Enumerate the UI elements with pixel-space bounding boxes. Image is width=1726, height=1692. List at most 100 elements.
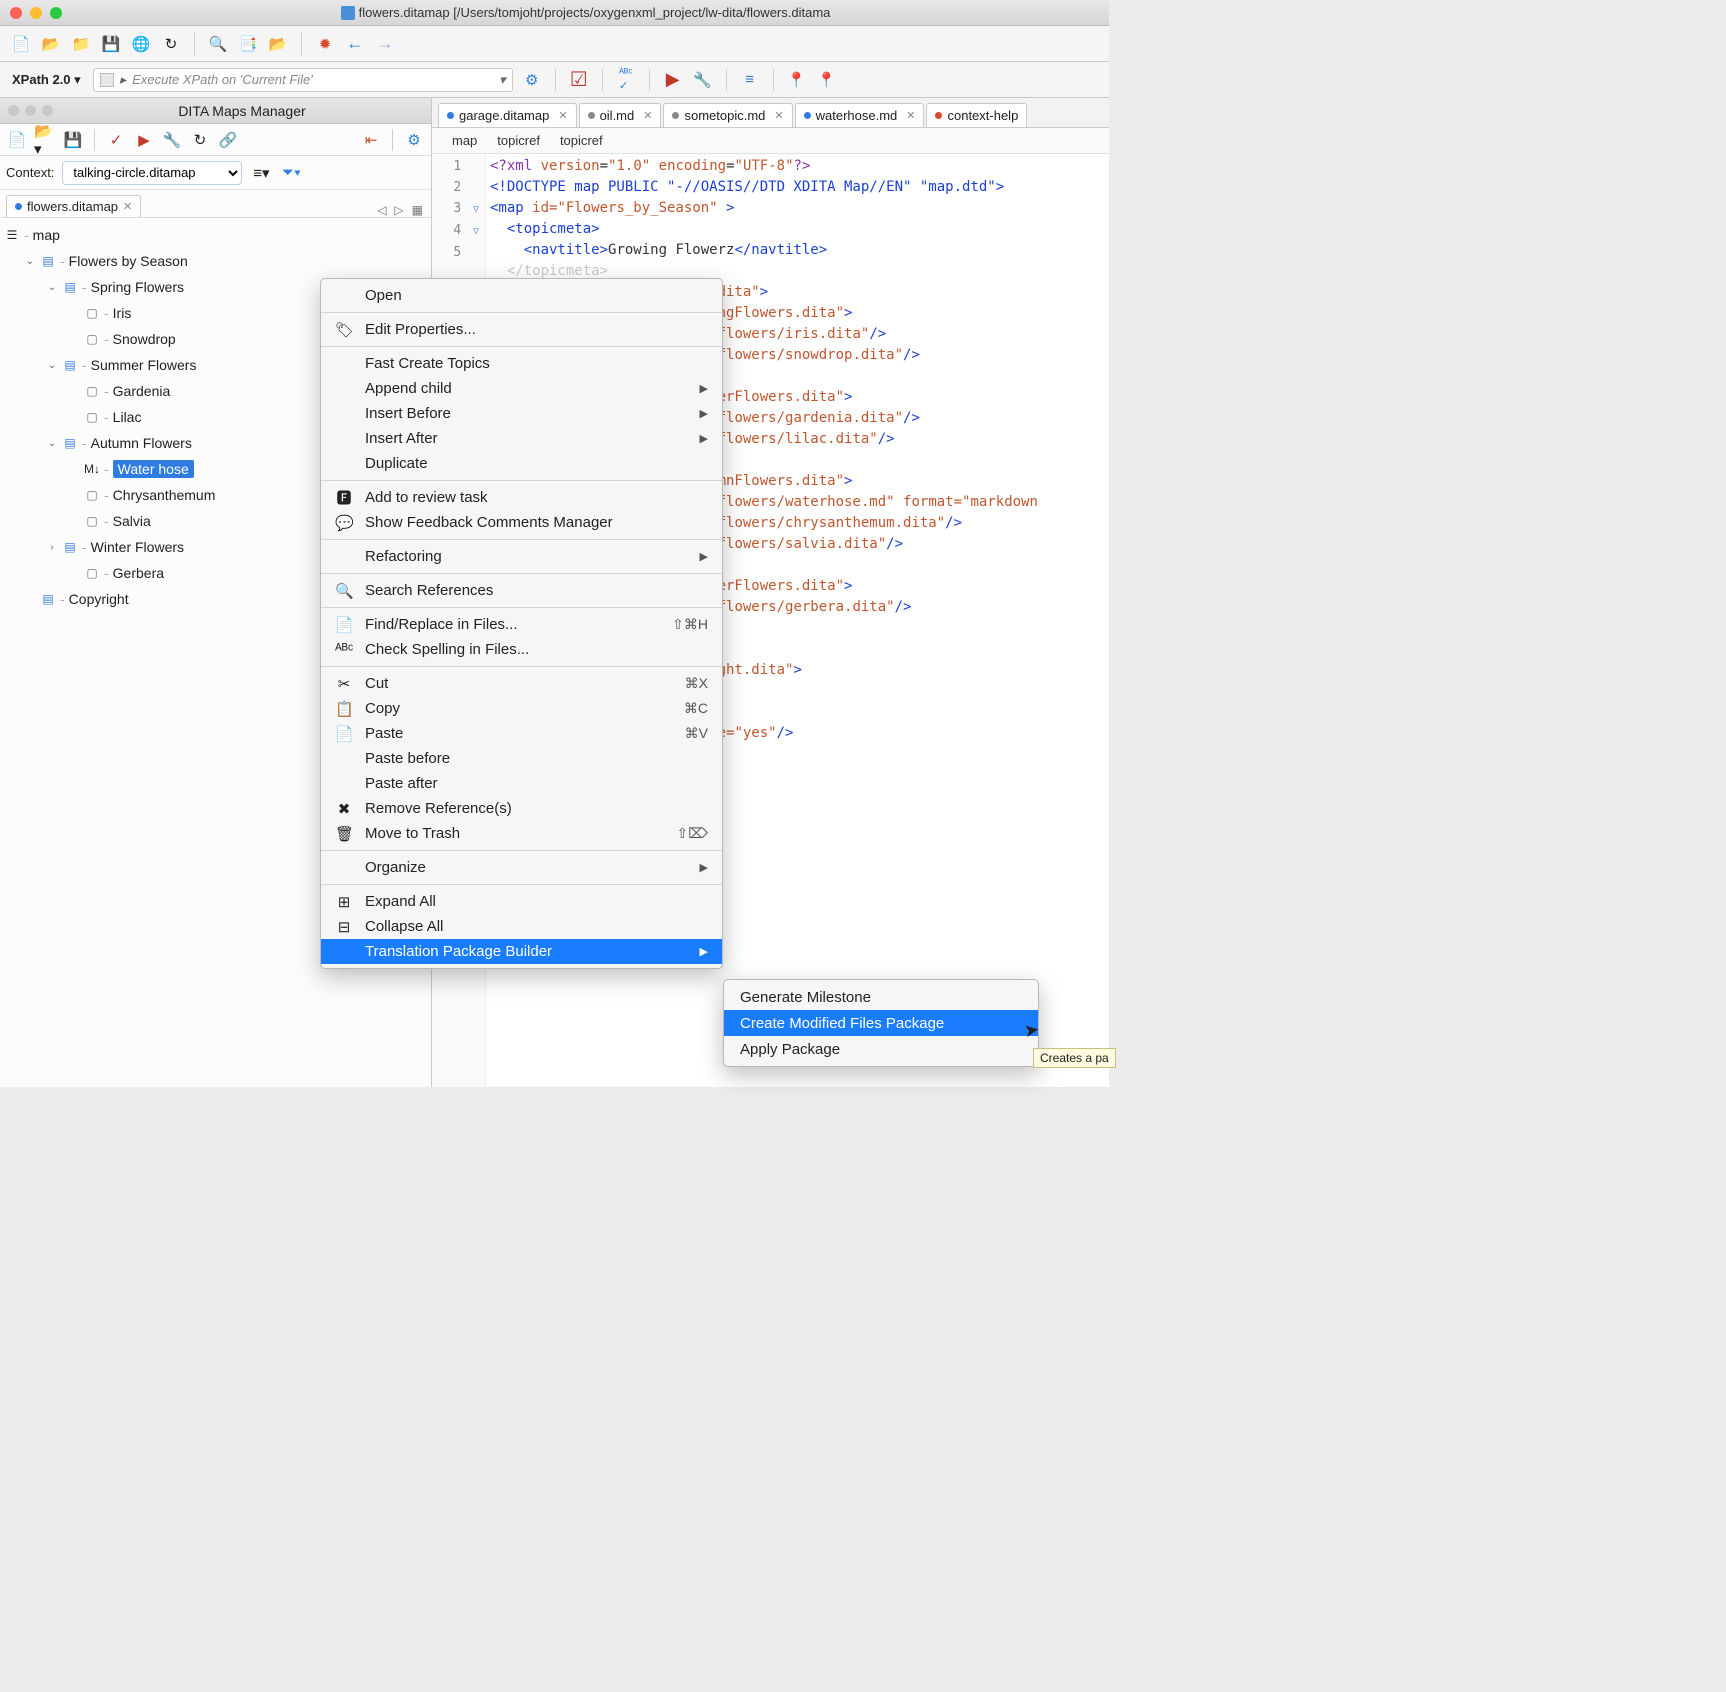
pin-red-icon[interactable]: 📍 (786, 69, 808, 91)
menu-item[interactable]: Organize▶ (321, 855, 722, 880)
tab-status-icon (804, 112, 811, 119)
menu-item[interactable]: ✂Cut⌘X (321, 671, 722, 696)
collapse-panel-icon[interactable]: ⇤ (360, 129, 382, 151)
back-icon[interactable]: ← (344, 33, 366, 55)
menu-item[interactable]: 📄Find/Replace in Files...⇧⌘H (321, 612, 722, 637)
panel-tab[interactable]: flowers.ditamap ✕ (6, 195, 141, 217)
validate-map-icon[interactable]: ✓ (105, 129, 127, 151)
menu-item[interactable]: Fast Create Topics (321, 351, 722, 376)
menu-item[interactable]: Open (321, 283, 722, 308)
expand-icon[interactable]: ⌄ (46, 282, 58, 293)
close-tab-icon[interactable]: ✕ (123, 200, 132, 213)
context-filter-icon[interactable]: ≡▾ (250, 162, 272, 184)
menu-item[interactable]: 🏷Edit Properties... (321, 317, 722, 342)
submenu-arrow-icon: ▶ (700, 550, 708, 563)
close-tab-icon[interactable]: ✕ (906, 109, 915, 122)
new-map-icon[interactable]: 📄 (6, 129, 28, 151)
menu-item[interactable]: 💬Show Feedback Comments Manager (321, 510, 722, 535)
xpath-toolbar: XPath 2.0 ▾ ▸ Execute XPath on 'Current … (0, 62, 1109, 98)
close-tab-icon[interactable]: ✕ (558, 109, 567, 122)
map-icon: ▤ (40, 591, 56, 607)
expand-icon[interactable]: ⌄ (46, 360, 58, 371)
menu-item[interactable]: ⊟Collapse All (321, 914, 722, 939)
breadcrumb-item[interactable]: map (452, 133, 477, 148)
xpath-input[interactable]: ▸ Execute XPath on 'Current File' ▾ (93, 68, 513, 92)
menu-item[interactable]: ᴬᴮᶜCheck Spelling in Files... (321, 637, 722, 662)
menu-item[interactable]: 📄Paste⌘V (321, 721, 722, 746)
menu-item[interactable]: Translation Package Builder▶ (321, 939, 722, 964)
tree-node[interactable]: ⌄▤-Flowers by Season (2, 248, 429, 274)
submenu-item[interactable]: Generate Milestone (724, 984, 1038, 1010)
menu-item[interactable]: Paste after (321, 771, 722, 796)
menu-item[interactable]: Append child▶ (321, 376, 722, 401)
panel-dot-icon[interactable] (42, 105, 53, 116)
menu-item[interactable]: Insert Before▶ (321, 401, 722, 426)
close-tab-icon[interactable]: ✕ (774, 109, 783, 122)
menu-item[interactable]: Paste before (321, 746, 722, 771)
breadcrumb[interactable]: map topicref topicref (432, 128, 1109, 154)
panel-settings-icon[interactable]: ⚙ (403, 129, 425, 151)
tab-prev-icon[interactable]: ◁ (377, 203, 386, 217)
globe-icon[interactable]: 🌐 (130, 33, 152, 55)
context-select[interactable]: talking-circle.ditamap (62, 161, 242, 185)
close-tab-icon[interactable]: ✕ (643, 109, 652, 122)
menu-item[interactable]: Duplicate (321, 451, 722, 476)
submenu-translation-package: Generate MilestoneCreate Modified Files … (723, 979, 1039, 1067)
open-url-icon[interactable]: 📁 (70, 33, 92, 55)
menu-item[interactable]: 🗑Move to Trash⇧⌦ (321, 821, 722, 846)
breadcrumb-item[interactable]: topicref (497, 133, 540, 148)
menu-item[interactable]: ✖Remove Reference(s) (321, 796, 722, 821)
panel-dot-icon[interactable] (25, 105, 36, 116)
validate-icon[interactable]: ☑ (568, 69, 590, 91)
breadcrumb-item[interactable]: topicref (560, 133, 603, 148)
expand-icon[interactable]: ⌄ (24, 256, 36, 267)
configure-transform-icon[interactable]: 🔧 (692, 69, 714, 91)
forward-icon[interactable]: → (374, 33, 396, 55)
menu-item[interactable]: 🔍Search References (321, 578, 722, 603)
menu-item[interactable]: 📋Copy⌘C (321, 696, 722, 721)
submenu-item[interactable]: Create Modified Files Package (724, 1010, 1038, 1036)
menu-item[interactable]: Refactoring▶ (321, 544, 722, 569)
pin-green-icon[interactable]: 📍 (816, 69, 838, 91)
spellcheck-icon[interactable]: ᴬᴮᶜ✓ (615, 69, 637, 91)
search-icon[interactable]: 🔍 (207, 33, 229, 55)
open-folder-icon[interactable]: 📂 (40, 33, 62, 55)
save-map-icon[interactable]: 💾 (62, 129, 84, 151)
run-map-icon[interactable]: ▶ (133, 129, 155, 151)
save-icon[interactable]: 💾 (100, 33, 122, 55)
menu-item[interactable]: Insert After▶ (321, 426, 722, 451)
editor-tab[interactable]: sometopic.md✕ (663, 103, 792, 127)
tab-next-icon[interactable]: ▷ (394, 203, 403, 217)
tree-root[interactable]: ☰-map (2, 222, 429, 248)
refresh-map-icon[interactable]: ↻ (189, 129, 211, 151)
run-transform-icon[interactable]: ▶ (662, 69, 684, 91)
submenu-item[interactable]: Apply Package (724, 1036, 1038, 1062)
config-map-icon[interactable]: 🔧 (161, 129, 183, 151)
editor-tab[interactable]: waterhose.md✕ (795, 103, 925, 127)
context-funnel-icon[interactable]: ⏷▾ (280, 162, 302, 184)
zoom-window-icon[interactable] (50, 7, 62, 19)
new-file-icon[interactable]: 📄 (10, 33, 32, 55)
indent-icon[interactable]: ≡ (739, 69, 761, 91)
expand-icon[interactable]: › (46, 542, 58, 553)
editor-tab[interactable]: context-help (926, 103, 1027, 127)
menu-item[interactable]: 🅵Add to review task (321, 485, 722, 510)
close-window-icon[interactable] (10, 7, 22, 19)
bookmark-icon[interactable]: ✹ (314, 33, 336, 55)
editor-tab[interactable]: garage.ditamap✕ (438, 103, 577, 127)
minimize-window-icon[interactable] (30, 7, 42, 19)
gear-icon[interactable]: ⚙ (521, 69, 543, 91)
panel-dot-icon[interactable] (8, 105, 19, 116)
tab-list-icon[interactable]: ▦ (412, 203, 423, 217)
link-map-icon[interactable]: 🔗 (217, 129, 239, 151)
browse-icon[interactable]: 📂 (267, 33, 289, 55)
reload-icon[interactable]: ↻ (160, 33, 182, 55)
find-replace-icon[interactable]: 📑 (237, 33, 259, 55)
xpath-version-selector[interactable]: XPath 2.0 ▾ (8, 70, 85, 90)
menu-item[interactable]: ⊞Expand All (321, 889, 722, 914)
editor-tab[interactable]: oil.md✕ (579, 103, 662, 127)
topic-icon: ▢ (84, 331, 100, 347)
open-map-icon[interactable]: 📂▾ (34, 129, 56, 151)
tab-status-icon (672, 112, 679, 119)
expand-icon[interactable]: ⌄ (46, 438, 58, 449)
